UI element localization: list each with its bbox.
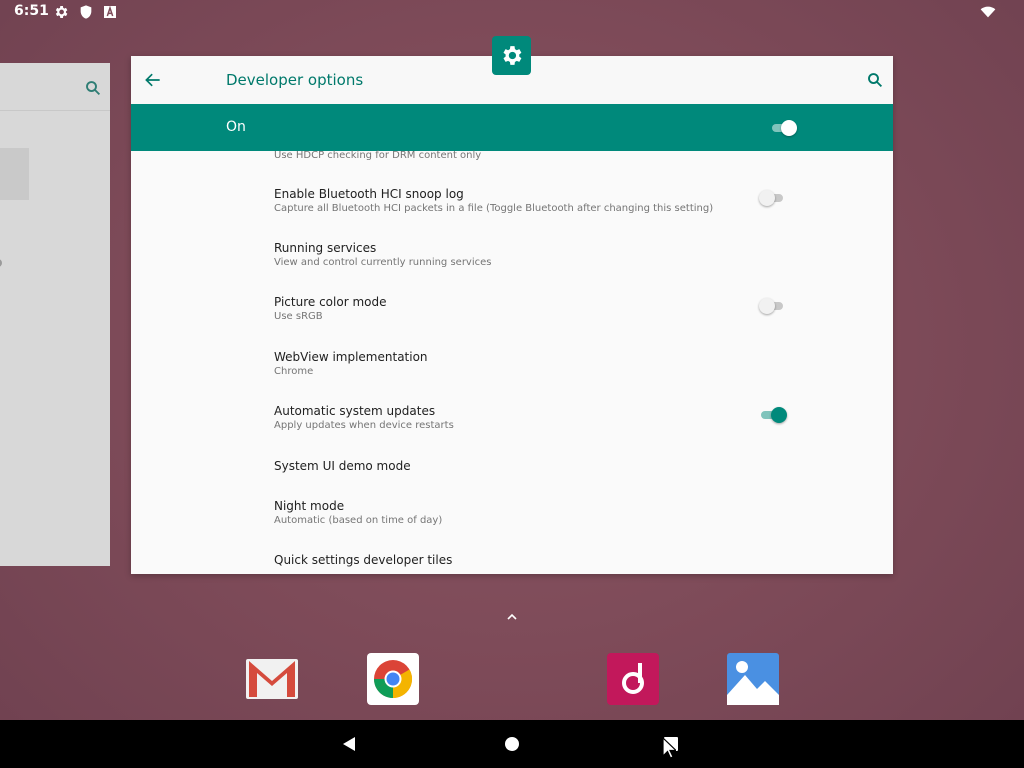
mouse-cursor-icon	[662, 737, 676, 759]
list-item-summary: Apply updates when device restarts	[274, 420, 454, 431]
auto-updates-toggle[interactable]	[759, 407, 787, 423]
settings-gear-icon	[55, 6, 68, 18]
back-icon[interactable]	[341, 736, 357, 752]
list-item-title: Automatic system updates	[274, 404, 436, 418]
developer-options-card[interactable]: Developer options On Use HDCP checking f…	[131, 56, 893, 574]
list-item-summary: Capture all Bluetooth HCI packets in a f…	[274, 203, 714, 214]
list-item-qs-tiles[interactable]: Quick settings developer tiles	[131, 553, 893, 574]
status-bar: 6:51	[0, 0, 1024, 24]
list-item-picture-color-mode[interactable]: Picture color mode Use sRGB	[131, 295, 893, 349]
settings-app-icon[interactable]	[492, 36, 531, 75]
list-item-webview[interactable]: WebView implementation Chrome	[131, 350, 893, 404]
background-card-header	[0, 63, 110, 111]
list-item-title: System UI demo mode	[274, 459, 411, 473]
background-app-card[interactable]	[0, 63, 110, 566]
arrow-left-icon[interactable]	[143, 70, 163, 90]
background-card-block	[0, 148, 29, 200]
music-icon[interactable]	[607, 653, 659, 705]
list-item-title: WebView implementation	[274, 350, 428, 364]
settings-list: Use HDCP checking for DRM content only E…	[131, 150, 893, 574]
search-icon	[86, 81, 101, 96]
list-item-summary: View and control currently running servi…	[274, 257, 492, 268]
master-toggle[interactable]	[772, 120, 798, 136]
photos-icon[interactable]	[727, 653, 779, 705]
list-item-summary: Use sRGB	[274, 311, 323, 322]
status-time: 6:51	[14, 3, 49, 19]
list-item-summary: Automatic (based on time of day)	[274, 515, 443, 526]
chrome-icon[interactable]	[367, 653, 419, 705]
home-icon[interactable]	[505, 737, 519, 751]
wifi-icon	[980, 6, 996, 18]
search-icon[interactable]	[866, 71, 884, 89]
list-item-night-mode[interactable]: Night mode Automatic (based on time of d…	[131, 499, 893, 553]
list-item-title: Quick settings developer tiles	[274, 553, 453, 567]
list-item-summary: Chrome	[274, 366, 314, 377]
navigation-bar	[0, 720, 1024, 768]
list-item-running-services[interactable]: Running services View and control curren…	[131, 241, 893, 295]
bluetooth-hci-toggle[interactable]	[759, 190, 787, 206]
list-item-title: Night mode	[274, 499, 345, 513]
shield-icon	[80, 5, 92, 19]
list-item-title: Picture color mode	[274, 295, 387, 309]
gear-icon	[503, 46, 522, 65]
gmail-icon[interactable]	[246, 653, 298, 705]
a-box-icon	[104, 5, 116, 18]
master-toggle-thumb	[781, 120, 797, 136]
list-item-title: Enable Bluetooth HCI snoop log	[274, 187, 464, 201]
list-item-auto-updates[interactable]: Automatic system updates Apply updates w…	[131, 404, 893, 458]
master-switch-bar[interactable]: On	[131, 104, 893, 151]
master-switch-label: On	[226, 119, 246, 135]
list-item-bluetooth-hci[interactable]: Enable Bluetooth HCI snoop log Capture a…	[131, 187, 893, 241]
picture-color-mode-toggle[interactable]	[759, 298, 787, 314]
partial-item-summary: Use HDCP checking for DRM content only	[274, 150, 482, 161]
chevron-up-icon[interactable]	[505, 612, 519, 622]
list-item-title: Running services	[274, 241, 377, 255]
background-card-dot	[0, 259, 2, 267]
page-title: Developer options	[226, 71, 364, 89]
